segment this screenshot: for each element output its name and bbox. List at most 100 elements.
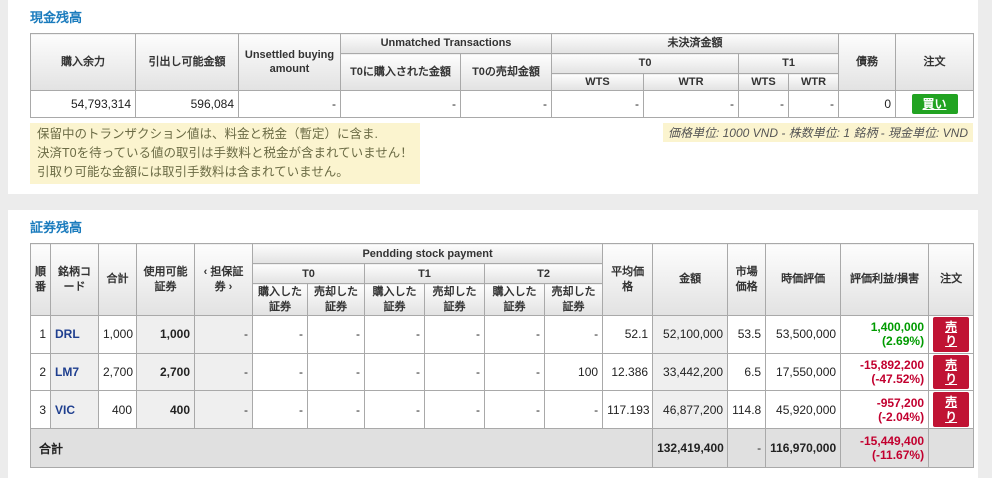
cell-t1-sold: - bbox=[424, 390, 485, 430]
sell-button[interactable]: 売り bbox=[933, 316, 970, 352]
stock-code-link[interactable]: DRL bbox=[50, 314, 99, 354]
header-t0-wtr: WTR bbox=[643, 72, 740, 92]
securities-balance-panel: 証券残高 順番 銘柄コード 合計 使用可能証券 ‹ 担保証券 › Penddin… bbox=[8, 210, 978, 478]
cash-balance-table: 購入余力 引出し可能金額 Unsettled buying amount Unm… bbox=[30, 32, 975, 119]
securities-balance-table: 順番 銘柄コード 合計 使用可能証券 ‹ 担保証券 › Pendding sto… bbox=[29, 243, 975, 469]
cell-t1-bought: - bbox=[364, 390, 425, 430]
header-sec-t2: T2 bbox=[483, 263, 604, 285]
header-available: 使用可能証券 bbox=[136, 243, 195, 316]
total-pl: -15,449,400 (-11.67%) bbox=[840, 428, 930, 469]
header-t1-wtr: WTR bbox=[788, 72, 840, 92]
total-market-price: - bbox=[727, 428, 767, 469]
t1-wts-value: - bbox=[738, 90, 790, 119]
header-t0-wts: WTS bbox=[551, 72, 645, 92]
stock-code-link[interactable]: VIC bbox=[50, 390, 99, 430]
sell-button[interactable]: 売り bbox=[933, 354, 970, 390]
cell-no: 3 bbox=[30, 390, 51, 430]
stock-code-link[interactable]: LM7 bbox=[50, 352, 99, 392]
header-t0-bought: 購入した証券 bbox=[252, 283, 308, 316]
cell-t1-sold: - bbox=[424, 352, 485, 392]
header-t0-sold: 売却した証券 bbox=[307, 283, 365, 316]
cell-market-value: 53,500,000 bbox=[765, 314, 842, 354]
header-pending-t1: T1 bbox=[738, 53, 840, 74]
unmatched-bought-t0-value: - bbox=[340, 90, 461, 119]
buy-button[interactable]: 買い bbox=[911, 94, 958, 115]
unmatched-sold-t0-value: - bbox=[459, 90, 553, 119]
table-row: 3 VIC 400 400 - - - - - - - 117.193 46,8… bbox=[30, 390, 975, 430]
total-amount: 132,419,400 bbox=[652, 428, 729, 469]
total-label: 合計 bbox=[29, 428, 654, 469]
debt-value: 0 bbox=[838, 90, 897, 119]
cash-notes: 保留中のトランザクション値は、料金と税金（暫定）に含ま. 決済T0を待っている値… bbox=[30, 123, 420, 185]
cash-balance-panel: 現金残高 購入余力 引出し可能金額 Unsettled buying amoun… bbox=[8, 0, 978, 195]
cell-total: 2,700 bbox=[98, 352, 137, 392]
note-line-2: 決済T0を待っている値の取引は手数料と税金が含まれていません！ bbox=[37, 146, 413, 161]
pl-percent: (-47.52%) bbox=[871, 372, 925, 387]
header-total: 合計 bbox=[98, 243, 137, 316]
header-unsettled-buying: Unsettled buying amount bbox=[238, 32, 341, 92]
note-line-3: 引取り可能な金額には取引手数料は含まれていません。 bbox=[37, 165, 349, 180]
cell-t2-bought: - bbox=[484, 352, 545, 392]
buying-power-value: 54,793,314 bbox=[30, 90, 136, 119]
header-withdrawable: 引出し可能金額 bbox=[135, 32, 239, 92]
header-t1-wts: WTS bbox=[738, 72, 790, 92]
cell-avg-price: 52.1 bbox=[602, 314, 654, 354]
header-collateral: ‹ 担保証券 › bbox=[194, 243, 253, 316]
header-pending-stock-group: Pendding stock payment bbox=[251, 243, 604, 265]
cell-t0-sold: - bbox=[307, 390, 365, 430]
cell-t0-sold: - bbox=[307, 314, 365, 354]
cell-amount: 46,877,200 bbox=[652, 390, 729, 430]
notes-row: 保留中のトランザクション値は、料金と税金（暫定）に含ま. 決済T0を待っている値… bbox=[30, 123, 973, 185]
header-buying-power: 購入余力 bbox=[30, 32, 136, 92]
cell-t2-sold: - bbox=[543, 314, 604, 354]
cell-market-price: 114.8 bbox=[727, 390, 767, 430]
cell-collateral: - bbox=[194, 314, 253, 354]
cash-balance-row: 54,793,314 596,084 - - - - - - - 0 買い bbox=[30, 90, 975, 119]
header-sec-t1: T1 bbox=[364, 263, 485, 285]
cell-market-value: 45,920,000 bbox=[765, 390, 842, 430]
header-unmatched-group: Unmatched Transactions bbox=[339, 33, 553, 54]
header-sec-order: 注文 bbox=[928, 243, 975, 316]
t0-wts-value: - bbox=[551, 90, 645, 119]
cell-avg-price: 12.386 bbox=[602, 352, 654, 392]
cell-amount: 52,100,000 bbox=[652, 314, 729, 354]
cell-t1-bought: - bbox=[364, 352, 425, 392]
t0-wtr-value: - bbox=[643, 90, 740, 119]
cell-market-value: 17,550,000 bbox=[765, 352, 842, 392]
cell-t2-sold: - bbox=[543, 390, 604, 430]
cell-t2-bought: - bbox=[484, 390, 545, 430]
pl-value: 1,400,000 bbox=[870, 320, 925, 335]
header-unmatched-sold-t0: T0の売却金額 bbox=[459, 52, 553, 92]
cell-market-price: 53.5 bbox=[727, 314, 767, 354]
sell-button[interactable]: 売り bbox=[933, 392, 970, 428]
withdrawable-value: 596,084 bbox=[135, 90, 239, 119]
pl-value: -15,892,200 bbox=[860, 358, 925, 373]
cell-available: 1,000 bbox=[136, 314, 195, 354]
cell-t1-bought: - bbox=[364, 314, 425, 354]
table-row: 1 DRL 1,000 1,000 - - - - - - - 52.1 52,… bbox=[30, 314, 975, 354]
pl-percent: (-2.04%) bbox=[878, 409, 925, 424]
header-t1-bought: 購入した証券 bbox=[364, 283, 425, 316]
table-row: 2 LM7 2,700 2,700 - - - - - - 100 12.386… bbox=[30, 352, 975, 392]
cash-balance-title: 現金残高 bbox=[30, 10, 83, 25]
cell-pl: -957,200 (-2.04%) bbox=[840, 390, 930, 430]
total-row: 合計 132,419,400 - 116,970,000 -15,449,400… bbox=[29, 428, 975, 469]
cell-total: 400 bbox=[98, 390, 137, 430]
t1-wtr-value: - bbox=[788, 90, 840, 119]
cell-t0-bought: - bbox=[252, 314, 308, 354]
total-order-empty bbox=[928, 428, 975, 469]
header-pending-group: 未決済金額 bbox=[551, 33, 840, 54]
header-amount: 金額 bbox=[652, 243, 729, 316]
cell-t2-sold: 100 bbox=[543, 352, 604, 392]
total-pl-value: -15,449,400 bbox=[860, 434, 925, 449]
header-avg-price: 平均価格 bbox=[602, 243, 654, 316]
cell-pl: -15,892,200 (-47.52%) bbox=[840, 352, 930, 392]
total-market-value: 116,970,000 bbox=[765, 428, 842, 469]
cell-avg-price: 117.193 bbox=[602, 390, 654, 430]
cell-collateral: - bbox=[194, 390, 253, 430]
securities-balance-title: 証券残高 bbox=[30, 220, 83, 236]
cell-t0-bought: - bbox=[252, 352, 308, 392]
header-unmatched-bought-t0: T0に購入された金額 bbox=[340, 52, 461, 92]
header-t1-sold: 売却した証券 bbox=[424, 283, 485, 316]
total-pl-percent: (-11.67%) bbox=[872, 448, 925, 463]
